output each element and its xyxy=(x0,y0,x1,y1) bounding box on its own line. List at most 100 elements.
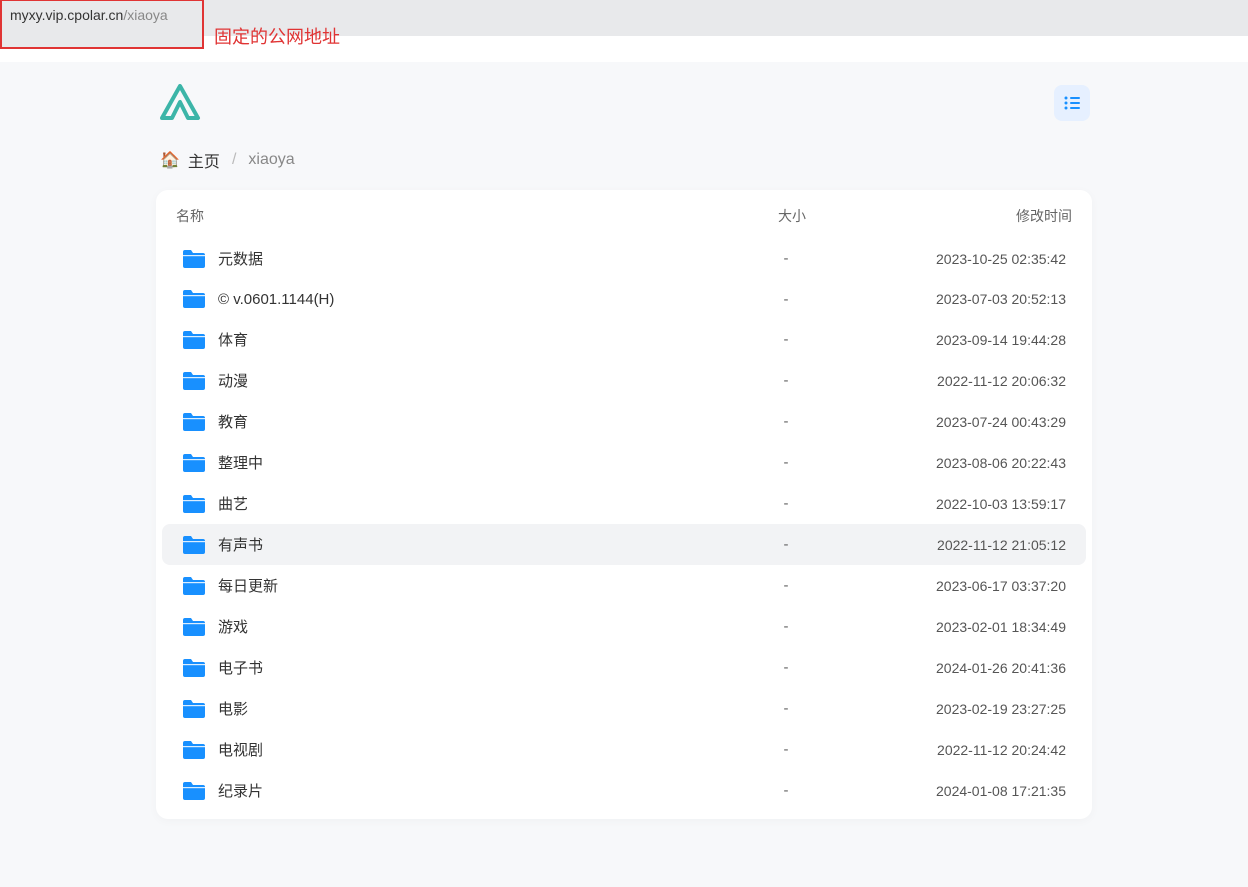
file-name-cell: 元数据 xyxy=(182,248,696,269)
file-date: 2023-07-03 20:52:13 xyxy=(876,291,1066,307)
folder-icon xyxy=(182,289,206,309)
file-date: 2023-09-14 19:44:28 xyxy=(876,332,1066,348)
file-date: 2023-08-06 20:22:43 xyxy=(876,455,1066,471)
folder-icon xyxy=(182,494,206,514)
file-name-cell: 游戏 xyxy=(182,616,696,637)
file-name: 游戏 xyxy=(218,616,248,637)
file-size: - xyxy=(696,577,876,594)
file-date: 2023-10-25 02:35:42 xyxy=(876,251,1066,267)
file-date: 2023-07-24 00:43:29 xyxy=(876,414,1066,430)
file-date: 2023-02-19 23:27:25 xyxy=(876,701,1066,717)
home-icon[interactable]: 🏠 xyxy=(160,150,180,170)
file-date: 2023-02-01 18:34:49 xyxy=(876,619,1066,635)
app-header xyxy=(156,84,1092,130)
file-size: - xyxy=(696,536,876,553)
table-row[interactable]: 电视剧 - 2022-11-12 20:24:42 xyxy=(162,729,1086,770)
folder-icon xyxy=(182,699,206,719)
file-size: - xyxy=(696,291,876,308)
logo-icon xyxy=(158,84,202,122)
file-name: 电影 xyxy=(218,698,248,719)
folder-icon xyxy=(182,781,206,801)
file-size: - xyxy=(696,782,876,799)
file-name: 有声书 xyxy=(218,534,263,555)
file-name: 整理中 xyxy=(218,452,263,473)
page-body: 🏠 主页 / xiaoya 名称 大小 修改时间 元数据 - 2023-10-2… xyxy=(0,62,1248,887)
file-name-cell: 动漫 xyxy=(182,370,696,391)
breadcrumb-current[interactable]: xiaoya xyxy=(248,151,294,169)
table-row[interactable]: 元数据 - 2023-10-25 02:35:42 xyxy=(162,238,1086,279)
address-bar: myxy.vip.cpolar.cn/xiaoya 固定的公网地址 xyxy=(0,0,1248,36)
breadcrumb: 🏠 主页 / xiaoya xyxy=(156,130,1092,190)
file-rows: 元数据 - 2023-10-25 02:35:42 © v.0601.1144(… xyxy=(156,238,1092,811)
file-size: - xyxy=(696,741,876,758)
folder-icon xyxy=(182,535,206,555)
file-name: 纪录片 xyxy=(218,780,263,801)
file-name-cell: 电子书 xyxy=(182,657,696,678)
file-name-cell: 电影 xyxy=(182,698,696,719)
file-name-cell: 有声书 xyxy=(182,534,696,555)
table-row[interactable]: 每日更新 - 2023-06-17 03:37:20 xyxy=(162,565,1086,606)
file-name-cell: 曲艺 xyxy=(182,493,696,514)
file-date: 2024-01-26 20:41:36 xyxy=(876,660,1066,676)
file-name-cell: © v.0601.1144(H) xyxy=(182,289,696,309)
table-row[interactable]: 有声书 - 2022-11-12 21:05:12 xyxy=(162,524,1086,565)
folder-icon xyxy=(182,330,206,350)
file-date: 2022-10-03 13:59:17 xyxy=(876,496,1066,512)
file-size: - xyxy=(696,372,876,389)
table-row[interactable]: 电子书 - 2024-01-26 20:41:36 xyxy=(162,647,1086,688)
file-size: - xyxy=(696,454,876,471)
file-name: 电视剧 xyxy=(218,739,263,760)
folder-icon xyxy=(182,453,206,473)
table-row[interactable]: 整理中 - 2023-08-06 20:22:43 xyxy=(162,442,1086,483)
col-header-size[interactable]: 大小 xyxy=(702,206,882,226)
table-row[interactable]: 纪录片 - 2024-01-08 17:21:35 xyxy=(162,770,1086,811)
folder-icon xyxy=(182,740,206,760)
table-row[interactable]: 体育 - 2023-09-14 19:44:28 xyxy=(162,319,1086,360)
table-row[interactable]: 教育 - 2023-07-24 00:43:29 xyxy=(162,401,1086,442)
file-size: - xyxy=(696,413,876,430)
file-name: 曲艺 xyxy=(218,493,248,514)
view-toggle-button[interactable] xyxy=(1054,85,1090,121)
list-header: 名称 大小 修改时间 xyxy=(156,198,1092,238)
file-date: 2022-11-12 20:24:42 xyxy=(876,742,1066,758)
file-name-cell: 体育 xyxy=(182,329,696,350)
file-name-cell: 教育 xyxy=(182,411,696,432)
file-name: 动漫 xyxy=(218,370,248,391)
url-path: /xiaoya xyxy=(123,7,167,23)
folder-icon xyxy=(182,658,206,678)
file-date: 2022-11-12 21:05:12 xyxy=(876,537,1066,553)
list-view-icon xyxy=(1062,93,1082,113)
file-name: 教育 xyxy=(218,411,248,432)
table-row[interactable]: 曲艺 - 2022-10-03 13:59:17 xyxy=(162,483,1086,524)
file-date: 2023-06-17 03:37:20 xyxy=(876,578,1066,594)
file-name: © v.0601.1144(H) xyxy=(218,291,334,308)
annotation-label: 固定的公网地址 xyxy=(214,23,340,49)
file-name-cell: 每日更新 xyxy=(182,575,696,596)
file-name: 体育 xyxy=(218,329,248,350)
file-size: - xyxy=(696,495,876,512)
col-header-name[interactable]: 名称 xyxy=(176,206,702,226)
file-name-cell: 纪录片 xyxy=(182,780,696,801)
folder-icon xyxy=(182,576,206,596)
table-row[interactable]: © v.0601.1144(H) - 2023-07-03 20:52:13 xyxy=(162,279,1086,319)
file-name: 元数据 xyxy=(218,248,263,269)
col-header-date[interactable]: 修改时间 xyxy=(882,206,1072,226)
file-date: 2022-11-12 20:06:32 xyxy=(876,373,1066,389)
app-logo[interactable] xyxy=(158,84,202,122)
table-row[interactable]: 动漫 - 2022-11-12 20:06:32 xyxy=(162,360,1086,401)
breadcrumb-separator: / xyxy=(232,151,236,169)
file-date: 2024-01-08 17:21:35 xyxy=(876,783,1066,799)
table-row[interactable]: 电影 - 2023-02-19 23:27:25 xyxy=(162,688,1086,729)
file-size: - xyxy=(696,659,876,676)
table-row[interactable]: 游戏 - 2023-02-01 18:34:49 xyxy=(162,606,1086,647)
file-size: - xyxy=(696,618,876,635)
url-input-highlighted[interactable]: myxy.vip.cpolar.cn/xiaoya xyxy=(0,0,204,49)
folder-icon xyxy=(182,617,206,637)
file-size: - xyxy=(696,700,876,717)
file-name-cell: 电视剧 xyxy=(182,739,696,760)
file-name: 电子书 xyxy=(218,657,263,678)
file-name: 每日更新 xyxy=(218,575,278,596)
file-size: - xyxy=(696,331,876,348)
breadcrumb-home[interactable]: 主页 xyxy=(188,148,220,172)
folder-icon xyxy=(182,371,206,391)
